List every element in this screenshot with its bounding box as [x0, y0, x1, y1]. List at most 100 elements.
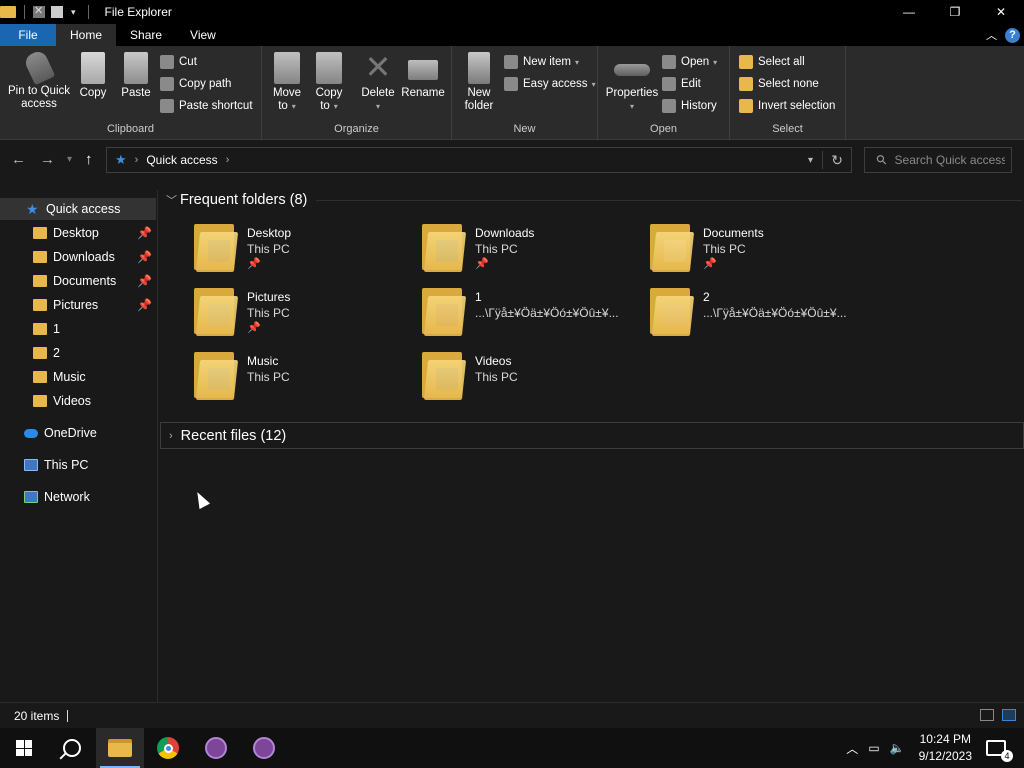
folder-tile[interactable]: Videos This PC [386, 348, 610, 404]
folder-tile[interactable]: 1 ...\Гÿå±¥Öä±¥Öó±¥Öû±¥... [386, 284, 619, 340]
copy-icon [81, 52, 105, 84]
notification-count: 4 [1001, 750, 1013, 762]
breadcrumb[interactable]: Quick access [146, 153, 217, 167]
rename-label: Rename [401, 87, 445, 99]
folder-tile[interactable]: Documents This PC 📌 [614, 220, 838, 276]
copy-to-button[interactable]: Copy to ▾ [310, 52, 348, 113]
folder-tile[interactable]: Desktop This PC 📌 [158, 220, 382, 276]
new-item-button[interactable]: New item ▾ [504, 52, 579, 72]
nav-quick-access[interactable]: ★ Quick access [0, 198, 156, 220]
customize-toolbar-icon[interactable]: ▾ [71, 7, 76, 18]
nav-this-pc[interactable]: This PC [0, 454, 156, 476]
tab-file[interactable]: File [0, 24, 56, 46]
taskbar-chrome[interactable] [144, 728, 192, 768]
status-bar: 20 items [0, 702, 1024, 728]
maximize-button[interactable]: ❐ [932, 0, 978, 24]
start-button[interactable] [0, 728, 48, 768]
recent-files-header[interactable]: › Recent files (12) [160, 422, 1024, 449]
taskbar-tor-browser-2[interactable] [240, 728, 288, 768]
clock[interactable]: 10:24 PM 9/12/2023 [919, 731, 972, 765]
rename-button[interactable]: Rename [400, 52, 446, 100]
nav-label: 1 [53, 322, 60, 336]
pin-label-line1: Pin to Quick [8, 85, 70, 97]
properties-icon[interactable] [33, 4, 45, 18]
tab-home[interactable]: Home [56, 24, 117, 46]
details-view-icon[interactable] [980, 709, 994, 721]
properties-button[interactable]: Properties ▾ [602, 52, 662, 113]
nav-item[interactable]: Pictures 📌 [0, 294, 156, 316]
nav-item[interactable]: Downloads 📌 [0, 246, 156, 268]
folder-tile[interactable]: 2 ...\Гÿå±¥Öä±¥Öó±¥Öû±¥... [614, 284, 847, 340]
folder-tile[interactable]: Pictures This PC 📌 [158, 284, 382, 340]
help-icon[interactable]: ? [1005, 27, 1020, 43]
tab-share[interactable]: Share [116, 24, 176, 46]
move-to-button[interactable]: Move to ▾ [268, 52, 306, 113]
folder-name: Pictures [247, 290, 291, 304]
delete-button[interactable]: ✕ Delete ▾ [358, 51, 398, 113]
copy-label: Copy [79, 87, 107, 99]
nav-item[interactable]: Music [0, 366, 156, 388]
search-input[interactable] [894, 153, 1005, 167]
taskbar-tor-browser-1[interactable] [192, 728, 240, 768]
nav-item[interactable]: 1 [0, 318, 156, 340]
nav-item[interactable]: Documents 📌 [0, 270, 156, 292]
pin-icon[interactable]: 📌 [137, 298, 152, 312]
invert-selection-button[interactable]: Invert selection [739, 96, 835, 116]
search-box[interactable]: ⚲ [864, 147, 1012, 173]
copy-path-button[interactable]: Copy path [160, 74, 231, 94]
nav-item[interactable]: Videos [0, 390, 156, 412]
network-status-icon[interactable]: ▭ [868, 741, 879, 755]
folder-tile[interactable]: Downloads This PC 📌 [386, 220, 610, 276]
paste-button[interactable]: Paste [118, 52, 154, 100]
paste-shortcut-button[interactable]: Paste shortcut [160, 96, 253, 116]
back-arrow-icon[interactable]: ← [11, 151, 26, 168]
address-dropdown-icon[interactable]: ▾ [808, 155, 813, 166]
minimize-button[interactable]: — [886, 0, 932, 24]
large-icons-view-icon[interactable] [1002, 709, 1016, 721]
pin-to-quick-access-button[interactable]: Pin to Quick access [4, 48, 74, 111]
taskbar-search-button[interactable] [48, 728, 96, 768]
chevron-right-icon[interactable]: › [226, 154, 230, 166]
nav-onedrive[interactable]: OneDrive [0, 422, 156, 444]
nav-network[interactable]: Network [0, 486, 156, 508]
volume-icon[interactable]: 🔈 [890, 741, 905, 755]
up-arrow-icon[interactable]: ↑ [85, 151, 93, 168]
chevron-up-icon[interactable]: ︿ [846, 740, 858, 757]
select-none-button[interactable]: Select none [739, 74, 819, 94]
frequent-folders-header[interactable]: ﹀ Frequent folders (8) [166, 189, 1022, 211]
chevron-right-icon[interactable]: › [135, 154, 139, 166]
copy-button[interactable]: Copy [76, 52, 110, 100]
address-bar[interactable]: ★ › Quick access › ▾ ↻ [106, 147, 852, 173]
pin-icon[interactable]: 📌 [137, 226, 152, 240]
nav-item[interactable]: 2 [0, 342, 156, 364]
refresh-icon[interactable]: ↻ [831, 152, 843, 169]
open-button[interactable]: Open ▾ [662, 52, 717, 72]
taskbar-file-explorer[interactable] [96, 728, 144, 768]
nav-label: Music [53, 370, 86, 384]
select-all-button[interactable]: Select all [739, 52, 805, 72]
edit-button[interactable]: Edit [662, 74, 701, 94]
tab-view[interactable]: View [176, 24, 230, 46]
close-button[interactable]: ✕ [978, 0, 1024, 24]
properties-label: Properties [605, 87, 659, 99]
pin-icon[interactable]: 📌 [137, 274, 152, 288]
nav-item[interactable]: Desktop 📌 [0, 222, 156, 244]
folder-icon [33, 371, 47, 383]
folder-icon [194, 222, 239, 272]
notification-center-icon[interactable]: 4 [986, 740, 1013, 762]
new-folder-icon[interactable] [51, 6, 63, 18]
collapse-ribbon-icon[interactable]: ︿ [986, 27, 997, 43]
dropdown-icon: ▾ [591, 79, 596, 89]
cut-button[interactable]: Cut [160, 52, 197, 72]
tor-browser-icon [205, 737, 227, 759]
history-button[interactable]: History [662, 96, 717, 116]
pin-icon [22, 48, 56, 86]
easy-access-button[interactable]: Easy access ▾ [504, 74, 596, 94]
forward-arrow-icon[interactable]: → [40, 151, 55, 168]
folder-tile[interactable]: Music This PC [158, 348, 382, 404]
separator [316, 199, 1022, 201]
recent-locations-icon[interactable]: ▾ [67, 154, 72, 165]
computer-icon [24, 459, 38, 471]
new-folder-button[interactable]: New folder [460, 52, 498, 113]
pin-icon[interactable]: 📌 [137, 250, 152, 264]
